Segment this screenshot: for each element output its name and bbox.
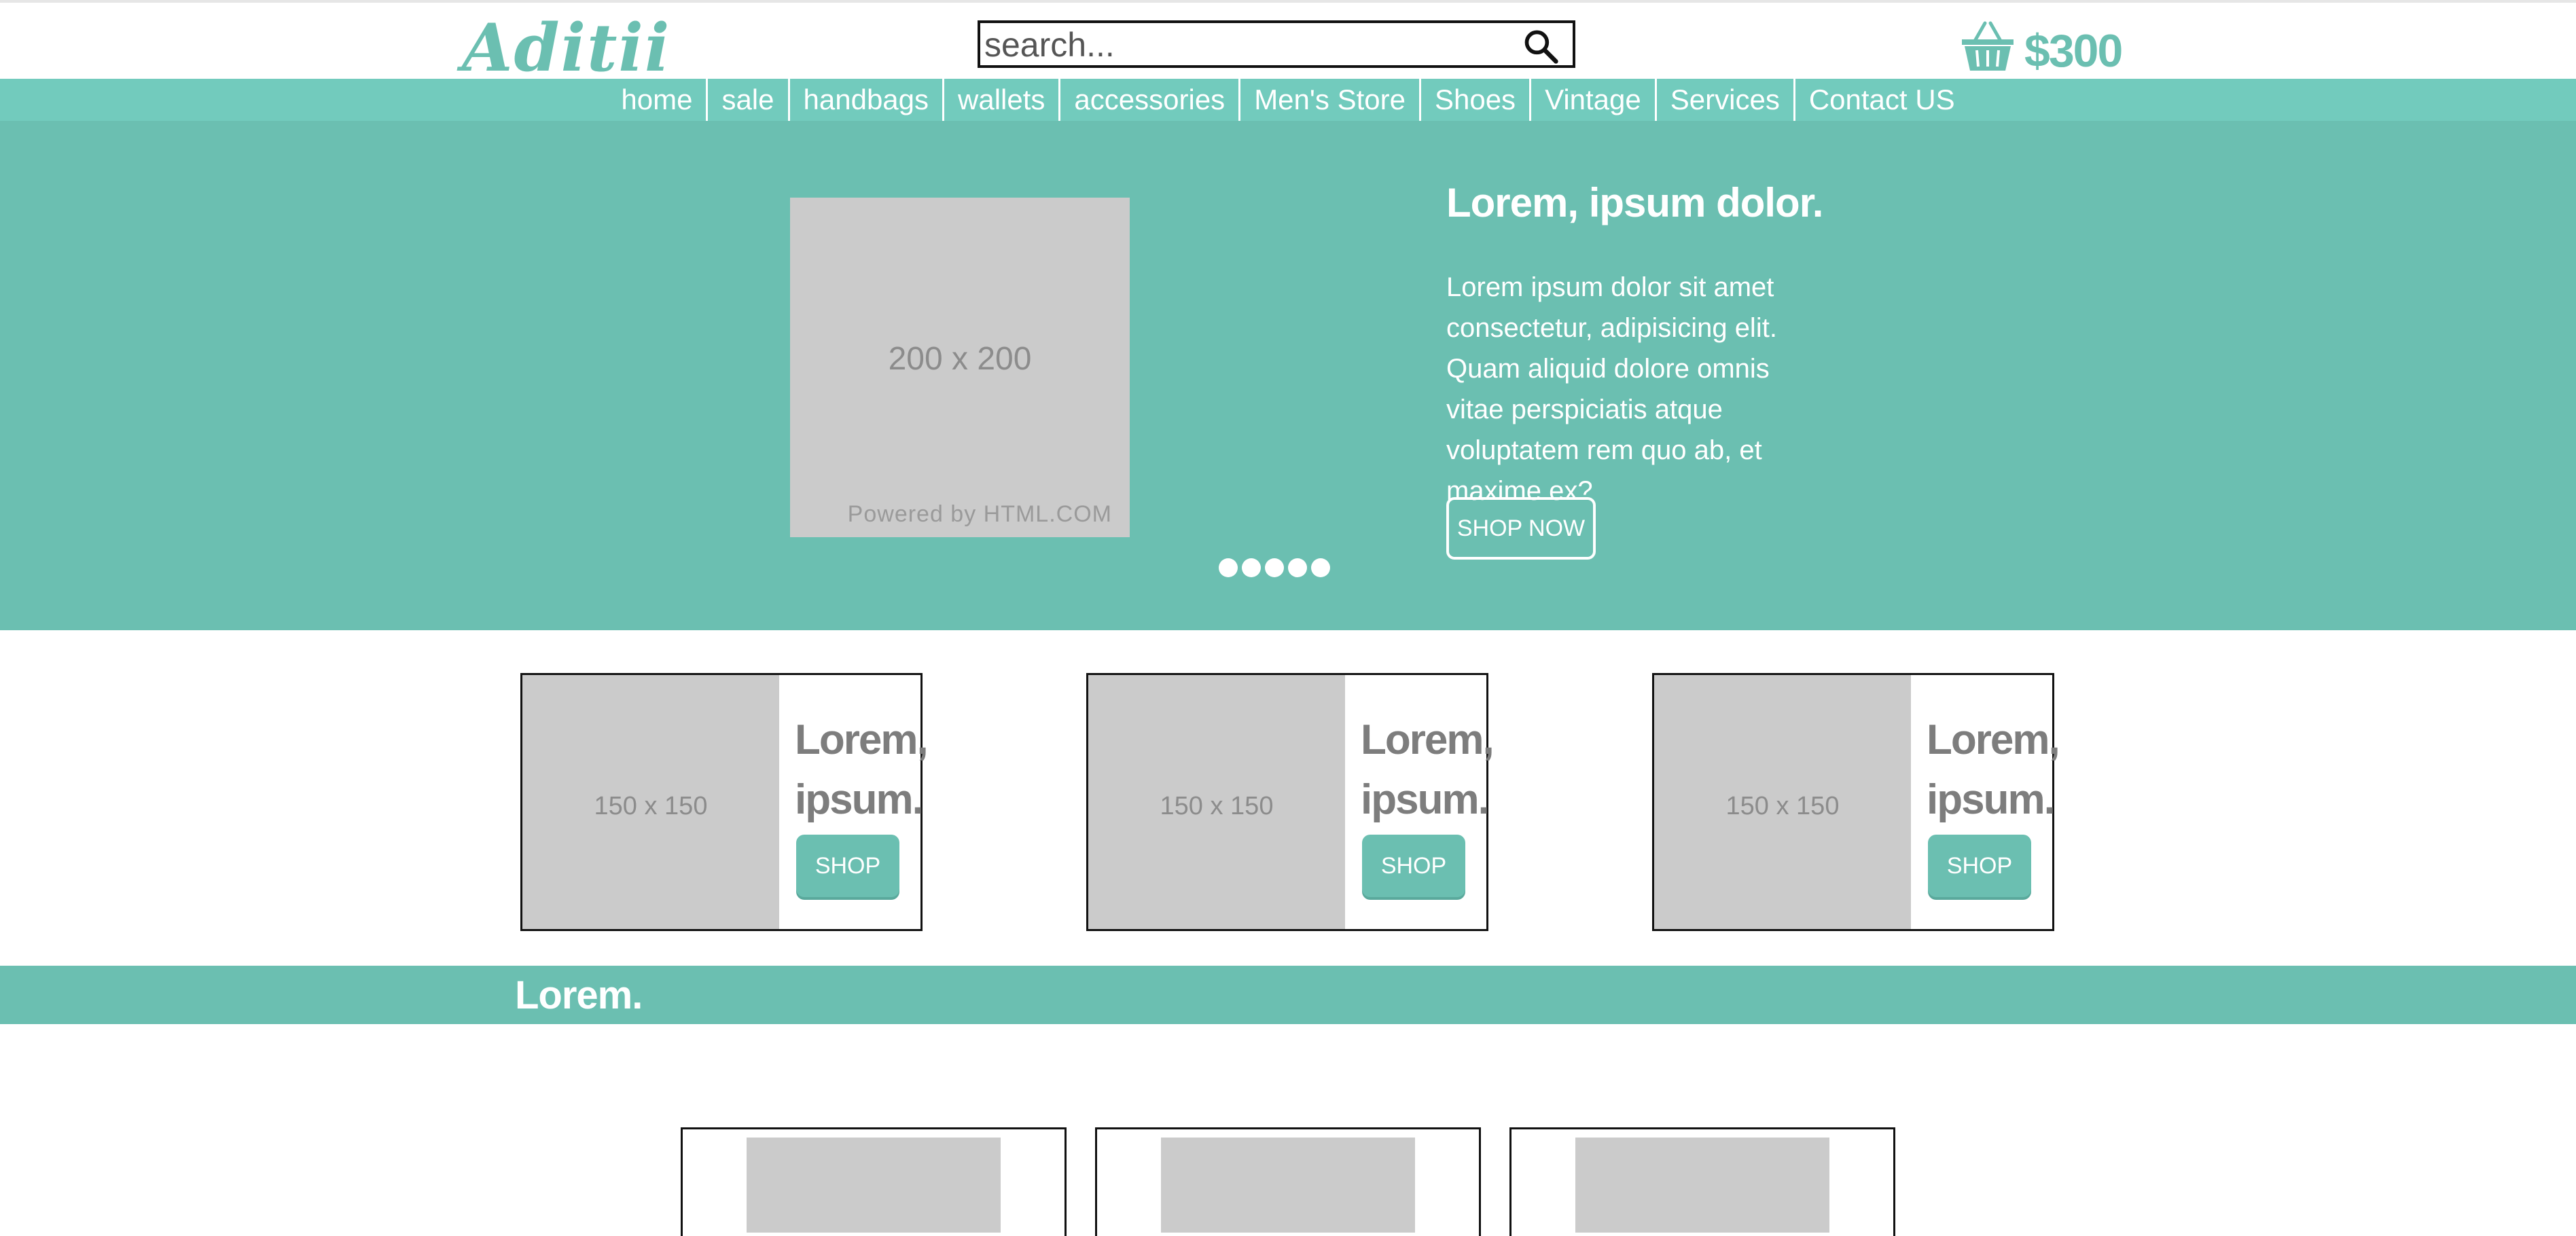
nav-item-handbags[interactable]: handbags <box>790 79 945 121</box>
promo-image-label: 150 x 150 <box>1725 792 1840 820</box>
nav-item-mens-store[interactable]: Men's Store <box>1240 79 1421 121</box>
promo-image: 150 x 150 <box>1088 675 1345 929</box>
slide-dot[interactable] <box>1288 558 1307 577</box>
hero-image: 200 x 200 Powered by HTML.COM <box>790 198 1130 537</box>
product-image <box>1575 1138 1829 1233</box>
promo-title: Lorem, ipsum. <box>1927 716 2060 823</box>
promo-card: 150 x 150 Lorem, ipsum. SHOP <box>520 673 929 931</box>
slider-dots <box>1219 558 1334 579</box>
section-title: Lorem. <box>515 973 643 1017</box>
product-card[interactable] <box>681 1127 1067 1236</box>
product-card[interactable] <box>1509 1127 1895 1236</box>
promo-title: Lorem, ipsum. <box>1361 716 1495 823</box>
nav-item-shoes[interactable]: Shoes <box>1421 79 1532 121</box>
logo[interactable]: Aditii <box>462 10 670 86</box>
section-header: Lorem. <box>0 966 2576 1024</box>
slide-dot[interactable] <box>1219 558 1238 577</box>
nav-item-wallets[interactable]: wallets <box>944 79 1061 121</box>
shop-button[interactable]: SHOP <box>796 835 899 897</box>
hero-image-credit: Powered by HTML.COM <box>847 501 1112 527</box>
product-card[interactable] <box>1095 1127 1481 1236</box>
hero-text: Lorem ipsum dolor sit amet consectetur, … <box>1446 272 1777 506</box>
hero-image-label: 200 x 200 <box>888 341 1032 377</box>
nav-item-contact-us[interactable]: Contact US <box>1795 79 1969 121</box>
main-nav: home sale handbags wallets accessories Men's … <box>0 79 2576 121</box>
promo-card: 150 x 150 Lorem, ipsum. SHOP <box>1652 673 2060 931</box>
product-image <box>747 1138 1001 1233</box>
search-input[interactable] <box>984 26 1514 64</box>
promo-image-label: 150 x 150 <box>1160 792 1274 820</box>
basket-icon[interactable] <box>1959 19 2016 73</box>
slide-dot[interactable] <box>1265 558 1284 577</box>
promo-image-label: 150 x 150 <box>594 792 708 820</box>
nav-item-services[interactable]: Services <box>1657 79 1795 121</box>
promo-title: Lorem, ipsum. <box>795 716 929 823</box>
hero-title: Lorem, ipsum dolor. <box>1446 180 1823 225</box>
shop-button[interactable]: SHOP <box>1362 835 1465 897</box>
slide-dot[interactable] <box>1242 558 1261 577</box>
search-icon[interactable] <box>1521 27 1560 65</box>
nav-item-accessories[interactable]: accessories <box>1060 79 1241 121</box>
product-image <box>1161 1138 1415 1233</box>
cart-total: $300 <box>2024 25 2123 77</box>
promo-image: 150 x 150 <box>522 675 779 929</box>
promo-card: 150 x 150 Lorem, ipsum. SHOP <box>1086 673 1495 931</box>
nav-item-sale[interactable]: sale <box>708 79 790 121</box>
hero-banner: 200 x 200 Powered by HTML.COM Lorem, ips… <box>0 121 2576 630</box>
site-header: Aditii $300 <box>0 0 2576 86</box>
nav-item-home[interactable]: home <box>607 79 709 121</box>
slide-dot[interactable] <box>1311 558 1330 577</box>
search-box <box>978 20 1575 68</box>
shop-now-button[interactable]: SHOP NOW <box>1446 497 1596 560</box>
promo-image: 150 x 150 <box>1654 675 1911 929</box>
nav-item-vintage[interactable]: Vintage <box>1531 79 1657 121</box>
shop-button[interactable]: SHOP <box>1928 835 2031 897</box>
